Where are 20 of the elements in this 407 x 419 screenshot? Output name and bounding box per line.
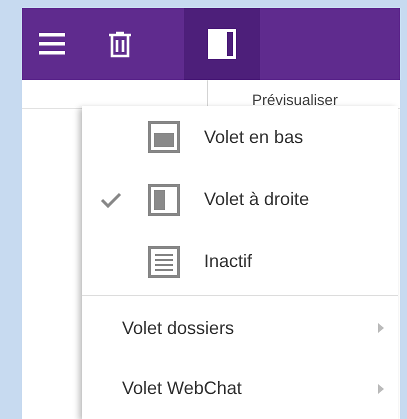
menu-item-label: Volet WebChat <box>122 378 243 400</box>
submenu-arrow-icon <box>378 384 384 394</box>
submenu-arrow-icon <box>378 323 384 334</box>
pane-icon <box>208 29 236 59</box>
menu-item[interactable]: Inactif <box>82 230 398 294</box>
menu-item-label: Volet dossiers <box>122 318 236 339</box>
list-icon <box>148 246 180 278</box>
menu-icon <box>39 32 65 56</box>
menu-item-label: Inactif <box>204 251 254 272</box>
submenu-item[interactable]: Volet dossiers <box>82 298 398 359</box>
right-pane-icon <box>148 184 180 216</box>
tooltip-text: Prévisualiser <box>252 92 338 109</box>
menu-item-label: Volet à droite <box>204 189 310 210</box>
menu-item-label: Volet en bas <box>204 126 304 148</box>
preview-button[interactable] <box>184 8 260 80</box>
menu-item[interactable]: Volet en bas <box>82 106 398 168</box>
bottom-pane-icon <box>148 121 180 154</box>
trash-icon <box>108 30 132 58</box>
submenu-item[interactable]: Volet WebChat <box>82 358 398 419</box>
menu-item[interactable]: Volet à droite <box>82 168 398 231</box>
